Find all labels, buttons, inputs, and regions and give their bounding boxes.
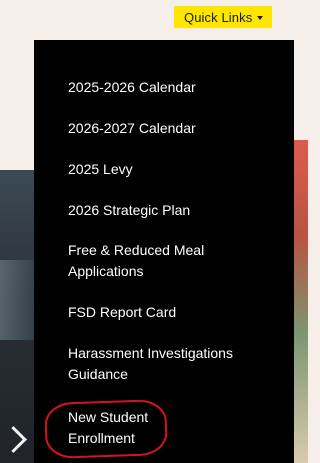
menu-item-2026-strategic-plan[interactable]: 2026 Strategic Plan [68, 200, 278, 221]
menu-item-2026-2027-calendar[interactable]: 2026-2027 Calendar [68, 118, 278, 139]
menu-item-free-reduced-meal-applications[interactable]: Free & Reduced Meal Applications [68, 240, 258, 282]
quick-links-dropdown: 2025-2026 Calendar 2026-2027 Calendar 20… [34, 40, 294, 463]
menu-item-2025-2026-calendar[interactable]: 2025-2026 Calendar [68, 77, 278, 98]
menu-item-2025-levy[interactable]: 2025 Levy [68, 159, 278, 180]
highlight-annotation-circle [44, 398, 168, 460]
menu-item-harassment-investigations-guidance[interactable]: Harassment Investigations Guidance [68, 343, 263, 385]
background-photo-right [294, 140, 308, 463]
background-photo-detail [0, 260, 34, 340]
caret-down-icon [257, 16, 264, 20]
quick-links-label: Quick Links [184, 9, 253, 25]
menu-item-fsd-report-card[interactable]: FSD Report Card [68, 302, 278, 323]
quick-links-button[interactable]: Quick Links [174, 6, 273, 28]
